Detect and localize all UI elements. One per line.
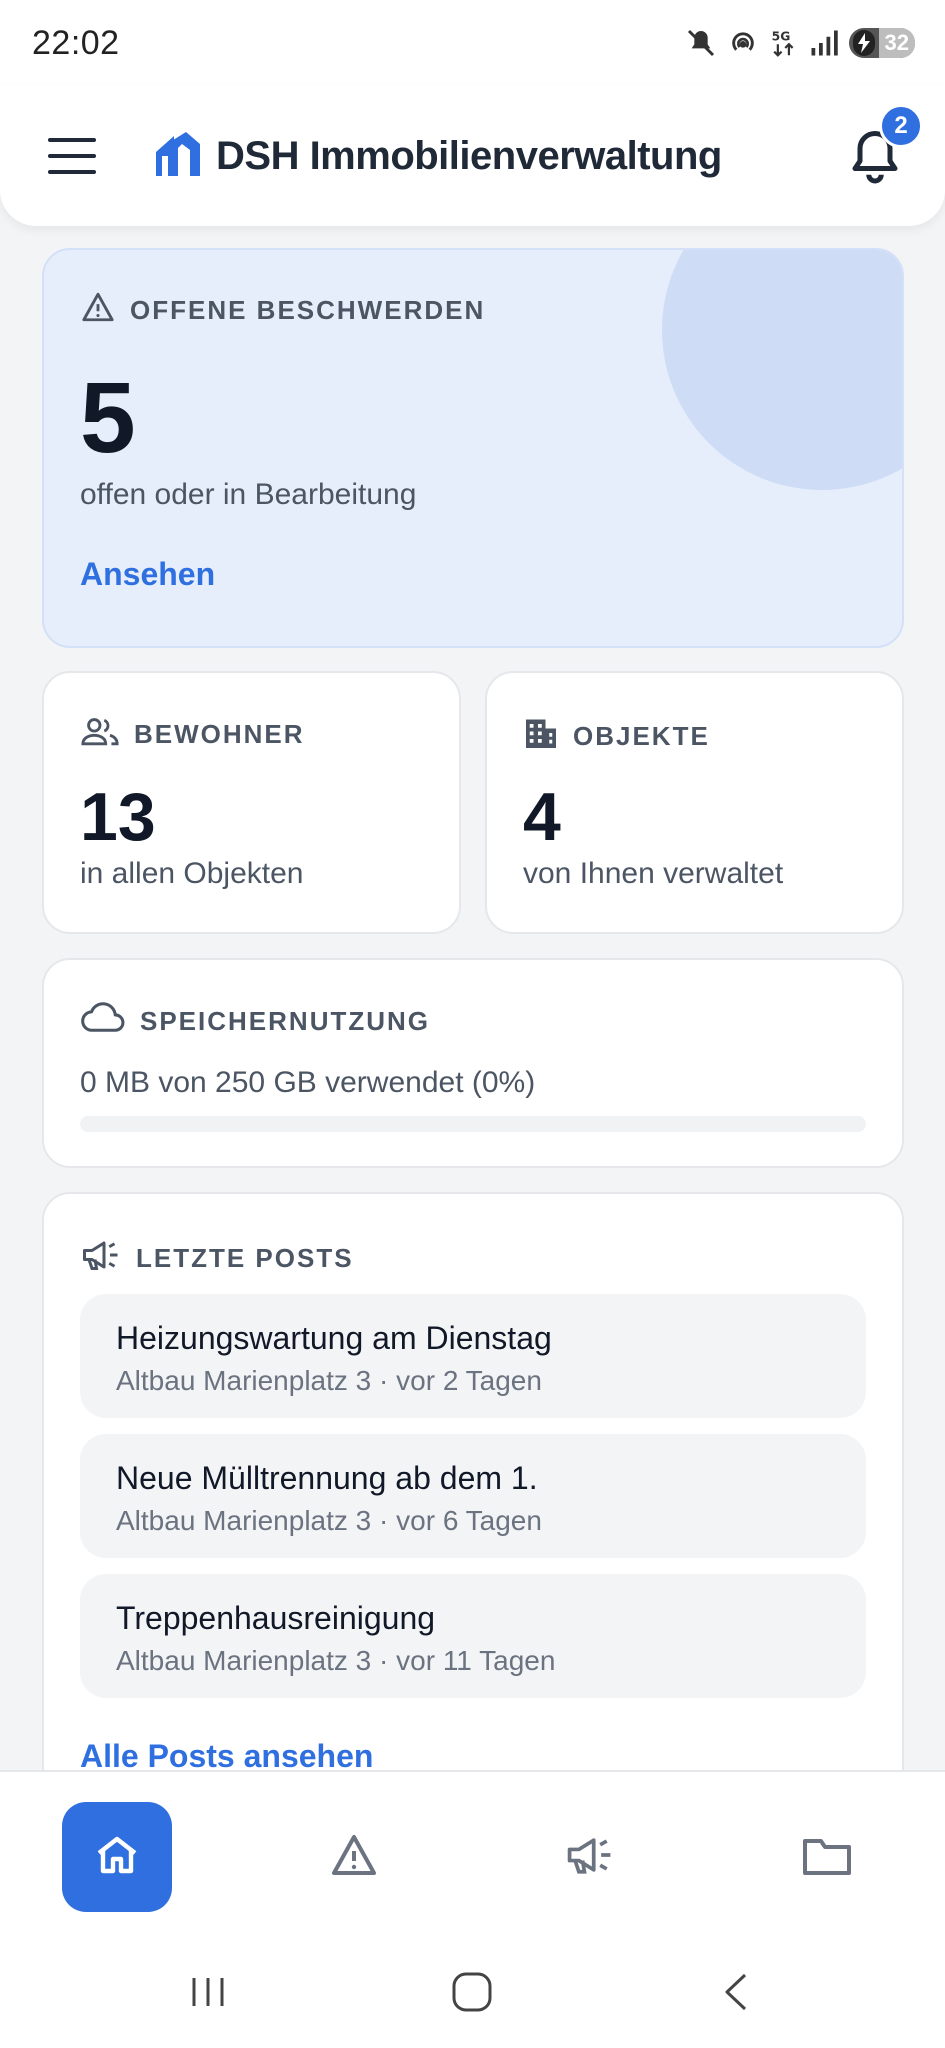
complaints-label: OFFENE BESCHWERDEN	[130, 295, 486, 325]
storage-card: SPEICHERNUTZUNG 0 MB von 250 GB verwende…	[42, 958, 904, 1168]
post-title: Heizungswartung am Dienstag	[116, 1320, 552, 1356]
complaints-label-row: OFFENE BESCHWERDEN	[80, 290, 485, 331]
objects-count: 4	[523, 779, 561, 855]
residents-count: 13	[80, 779, 156, 855]
complaints-subtitle: offen oder in Bearbeitung	[80, 478, 417, 511]
menu-button[interactable]	[48, 138, 96, 174]
hotspot-icon	[727, 27, 759, 59]
warning-icon	[80, 290, 116, 331]
app-header: DSH Immobilienverwaltung 2	[0, 86, 945, 226]
post-item[interactable]: Neue Mülltrennung ab dem 1. Altbau Marie…	[80, 1434, 866, 1558]
home-system-button[interactable]	[432, 1962, 512, 2026]
megaphone-icon	[80, 1238, 122, 1279]
signal-icon	[809, 28, 839, 58]
bottom-nav	[0, 1770, 945, 1940]
post-meta: Altbau Marienplatz 3 · vor 11 Tagen	[116, 1645, 556, 1676]
notifications-button[interactable]: 2	[845, 104, 923, 186]
objects-card[interactable]: OBJEKTE 4 von Ihnen verwaltet	[485, 671, 904, 934]
objects-subtitle: von Ihnen verwaltet	[523, 857, 784, 890]
post-title: Treppenhausreinigung	[116, 1600, 436, 1636]
people-icon	[80, 715, 120, 754]
svg-text:5G: 5G	[771, 30, 790, 44]
storage-progress-bar	[80, 1116, 866, 1132]
notification-badge: 2	[879, 104, 923, 148]
status-bar: 22:02 5G 32	[0, 0, 945, 86]
complaints-view-link[interactable]: Ansehen	[80, 556, 215, 593]
status-time: 22:02	[32, 23, 120, 62]
post-item[interactable]: Treppenhausreinigung Altbau Marienplatz …	[80, 1574, 866, 1698]
post-item[interactable]: Heizungswartung am Dienstag Altbau Marie…	[80, 1294, 866, 1418]
home-icon	[93, 1831, 141, 1884]
status-icons: 5G 32	[685, 27, 915, 59]
storage-usage-text: 0 MB von 250 GB verwendet (0%)	[80, 1066, 536, 1099]
residents-label-row: BEWOHNER	[80, 715, 305, 754]
storage-label-row: SPEICHERNUTZUNG	[80, 1002, 430, 1041]
battery-level: 32	[878, 28, 915, 58]
nav-home[interactable]	[62, 1802, 172, 1912]
mute-icon	[685, 27, 717, 59]
storage-label: SPEICHERNUTZUNG	[140, 1006, 431, 1036]
home-square-icon	[451, 1971, 493, 2018]
nav-complaints[interactable]	[299, 1802, 409, 1912]
battery-indicator: 32	[848, 28, 915, 58]
warning-icon	[328, 1831, 380, 1884]
decorative-circle	[662, 250, 902, 490]
post-meta: Altbau Marienplatz 3 · vor 2 Tagen	[116, 1365, 542, 1396]
residents-card[interactable]: BEWOHNER 13 in allen Objekten	[42, 671, 461, 934]
logo-icon	[152, 128, 216, 185]
post-title: Neue Mülltrennung ab dem 1.	[116, 1460, 538, 1496]
complaints-count: 5	[80, 362, 136, 474]
brand: DSH Immobilienverwaltung	[152, 128, 722, 185]
folder-icon	[801, 1833, 853, 1882]
residents-label: BEWOHNER	[134, 719, 305, 749]
posts-label: LETZTE POSTS	[136, 1243, 354, 1273]
objects-label-row: OBJEKTE	[523, 715, 710, 758]
charging-icon	[852, 30, 875, 56]
complaints-card[interactable]: OFFENE BESCHWERDEN 5 offen oder in Bearb…	[42, 248, 904, 648]
cloud-icon	[80, 1002, 126, 1041]
objects-label: OBJEKTE	[573, 721, 710, 751]
bell-icon	[845, 131, 905, 190]
recent-apps-button[interactable]	[168, 1962, 248, 2026]
back-chevron-icon	[721, 1971, 751, 2018]
system-nav-bar	[0, 1940, 945, 2048]
app-title: DSH Immobilienverwaltung	[216, 133, 722, 178]
residents-subtitle: in allen Objekten	[80, 857, 304, 890]
building-icon	[523, 715, 559, 758]
megaphone-icon	[564, 1834, 616, 1881]
recent-apps-icon	[188, 1974, 228, 2015]
post-meta: Altbau Marienplatz 3 · vor 6 Tagen	[116, 1505, 542, 1536]
nav-documents[interactable]	[772, 1802, 882, 1912]
posts-label-row: LETZTE POSTS	[80, 1238, 354, 1279]
nav-posts[interactable]	[535, 1802, 645, 1912]
back-button[interactable]	[696, 1962, 776, 2026]
network-5g-icon: 5G	[769, 27, 799, 59]
